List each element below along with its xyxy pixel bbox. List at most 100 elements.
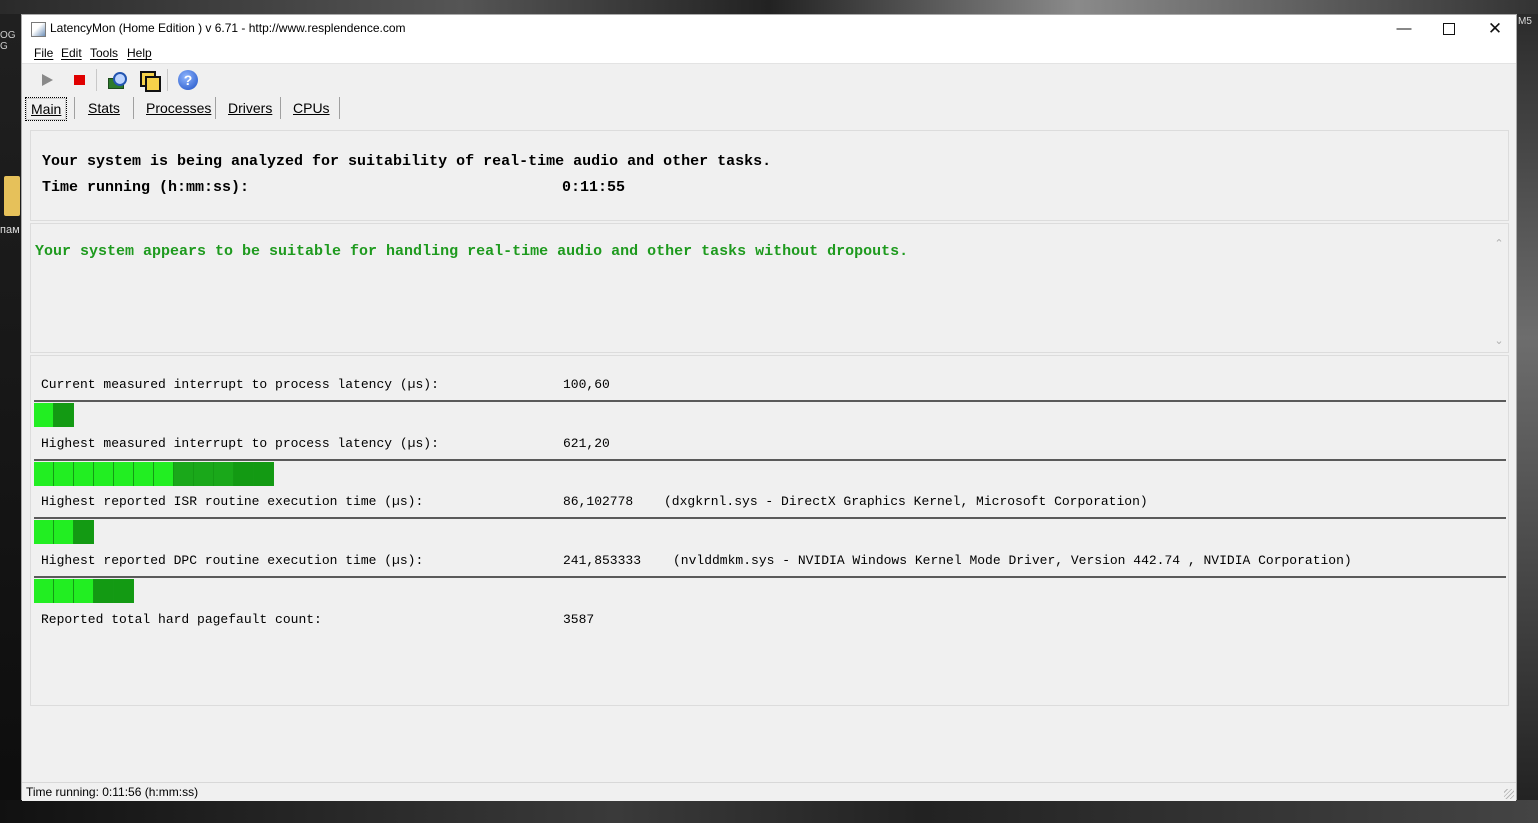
folder-icon[interactable] — [4, 176, 20, 216]
window-title: LatencyMon (Home Edition ) v 6.71 - http… — [50, 21, 406, 35]
latency-bar — [34, 576, 1506, 604]
maximize-icon — [1443, 23, 1455, 36]
tab-label: Stats — [88, 100, 120, 116]
bar-fill — [34, 579, 134, 603]
tab-separator — [133, 97, 134, 119]
bar-segment — [134, 462, 154, 486]
status-bar: Time running: 0:11:56 (h:mm:ss) — [22, 782, 1516, 801]
metric-value: 621,20 — [563, 436, 610, 451]
bar-segment — [194, 462, 214, 486]
metric-value: 100,60 — [563, 377, 610, 392]
bar-segment — [114, 579, 134, 603]
tab-main[interactable]: Main — [25, 97, 68, 121]
metrics-panel: Current measured interrupt to process la… — [30, 355, 1509, 706]
tab-processes[interactable]: Processes — [141, 97, 216, 119]
inspect-icon — [108, 72, 127, 89]
tab-separator — [215, 97, 216, 119]
scroll-up-icon[interactable]: ⌃ — [1492, 237, 1506, 251]
bar-segment — [154, 462, 174, 486]
verdict-panel[interactable]: Your system appears to be suitable for h… — [30, 223, 1509, 353]
tab-bar: Main Stats Processes Drivers CPUs — [22, 95, 1516, 121]
bar-segment — [234, 462, 254, 486]
play-icon — [41, 74, 53, 86]
windows-icon — [140, 71, 161, 92]
latency-bar — [34, 517, 1506, 545]
tab-separator — [280, 97, 281, 119]
menu-edit[interactable]: Edit — [61, 46, 82, 60]
stop-icon — [73, 75, 85, 85]
bar-fill — [34, 520, 94, 544]
windows-button[interactable] — [137, 68, 161, 92]
metric-value: 241,853333 — [563, 553, 642, 568]
menu-file[interactable]: File — [34, 46, 53, 60]
metric-detail: (dxgkrnl.sys - DirectX Graphics Kernel, … — [664, 494, 1148, 509]
bar-segment — [74, 579, 94, 603]
toolbar-separator — [96, 69, 97, 91]
bar-segment — [74, 462, 94, 486]
tab-stats[interactable]: Stats — [83, 97, 125, 119]
time-running-label: Time running (h:mm:ss): — [42, 179, 250, 196]
minimize-button[interactable]: — — [1381, 15, 1427, 43]
bar-segment — [34, 403, 54, 427]
metric-label: Highest measured interrupt to process la… — [41, 436, 439, 451]
desktop-background-top — [0, 0, 1538, 14]
time-running-value: 0:11:55 — [562, 179, 626, 196]
desktop-fragment-label: M5 — [1518, 16, 1532, 27]
bar-segment — [34, 462, 54, 486]
close-button[interactable]: ✕ — [1472, 15, 1518, 43]
help-icon: ? — [178, 70, 198, 90]
analysis-status-panel: Your system is being analyzed for suitab… — [30, 130, 1509, 221]
tab-label: Processes — [146, 100, 212, 116]
bar-segment — [54, 462, 74, 486]
tab-label: Drivers — [228, 100, 273, 116]
bar-segment — [114, 462, 134, 486]
toolbar: ? — [22, 65, 1516, 95]
metric-label: Highest reported DPC routine execution t… — [41, 553, 424, 568]
inspect-button[interactable] — [105, 68, 129, 92]
metric-value: 86,102778 — [563, 494, 634, 509]
metric-detail: (nvlddmkm.sys - NVIDIA Windows Kernel Mo… — [673, 553, 1352, 568]
analysis-message: Your system is being analyzed for suitab… — [42, 153, 772, 170]
tab-drivers[interactable]: Drivers — [223, 97, 277, 119]
bar-segment — [54, 579, 74, 603]
desktop-fragment-label: OG G — [0, 30, 16, 52]
tab-label: CPUs — [293, 100, 330, 116]
desktop-background-bottom — [0, 800, 1538, 823]
menu-bar: File Edit Tools Help — [22, 43, 1516, 64]
tab-label: Main — [31, 101, 62, 117]
bar-fill — [34, 403, 74, 427]
bar-segment — [94, 579, 114, 603]
stop-button[interactable] — [67, 68, 91, 92]
bar-segment — [34, 520, 54, 544]
tab-cpus[interactable]: CPUs — [288, 97, 335, 119]
bar-segment — [34, 579, 54, 603]
bar-segment — [74, 520, 94, 544]
desktop-background-left: OG G пам — [0, 14, 21, 823]
bar-segment — [54, 403, 74, 427]
start-button[interactable] — [35, 68, 59, 92]
menu-tools[interactable]: Tools — [90, 46, 118, 60]
tab-separator — [74, 97, 75, 119]
menu-help[interactable]: Help — [127, 46, 152, 60]
desktop-icon-label: пам — [0, 224, 20, 236]
bar-segment — [54, 520, 74, 544]
latency-bar — [34, 459, 1506, 487]
bar-fill — [34, 462, 274, 486]
metric-value: 3587 — [563, 612, 595, 627]
metric-label: Reported total hard pagefault count: — [41, 612, 322, 627]
verdict-text: Your system appears to be suitable for h… — [35, 243, 909, 260]
title-bar[interactable]: LatencyMon (Home Edition ) v 6.71 - http… — [22, 15, 1516, 43]
bar-segment — [254, 462, 274, 486]
resize-grip-icon[interactable] — [1504, 789, 1514, 799]
scroll-down-icon[interactable]: ⌄ — [1492, 334, 1506, 348]
bar-segment — [214, 462, 234, 486]
latencymon-window: LatencyMon (Home Edition ) v 6.71 - http… — [21, 14, 1517, 801]
metric-label: Highest reported ISR routine execution t… — [41, 494, 424, 509]
desktop-background-right: M5 — [1517, 14, 1538, 823]
bar-segment — [94, 462, 114, 486]
maximize-button[interactable] — [1426, 15, 1472, 43]
latency-bar — [34, 400, 1506, 428]
app-icon — [31, 22, 46, 37]
status-bar-text: Time running: 0:11:56 (h:mm:ss) — [26, 785, 199, 799]
help-button[interactable]: ? — [176, 68, 200, 92]
